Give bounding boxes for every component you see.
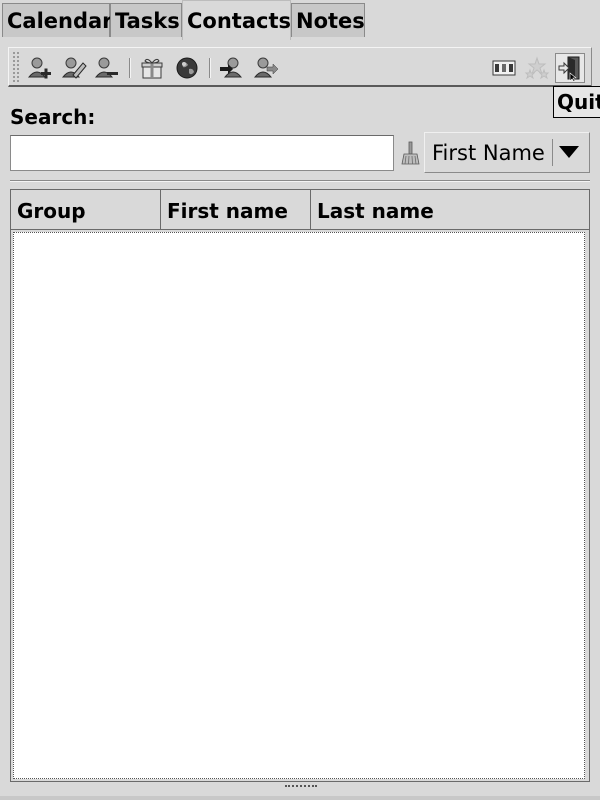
- gift-icon: [141, 58, 163, 79]
- import-contact-icon: [220, 57, 243, 78]
- edit-contact-icon: [61, 57, 87, 79]
- add-contact-button[interactable]: [27, 55, 53, 81]
- globe-icon: [176, 57, 198, 79]
- quit-tooltip: Quit: [553, 86, 600, 118]
- resize-grip[interactable]: [285, 785, 317, 789]
- combo-separator: [552, 139, 553, 166]
- search-input[interactable]: [10, 135, 394, 171]
- toolbar-grip[interactable]: [13, 52, 19, 82]
- search-field-select[interactable]: First Name: [424, 132, 590, 173]
- clear-search-button[interactable]: [398, 140, 422, 166]
- tab-bar: Calendar Tasks Contacts Notes: [0, 0, 600, 40]
- add-contact-icon: [27, 57, 51, 79]
- edit-contact-button[interactable]: [61, 55, 87, 81]
- toolbar: [8, 47, 592, 87]
- toolbar-separator: [209, 58, 211, 78]
- contacts-table: Group First name Last name: [10, 189, 590, 782]
- quit-icon: [558, 56, 580, 81]
- divider: [10, 180, 590, 182]
- table-header: Group First name Last name: [11, 190, 589, 230]
- stars-button[interactable]: [524, 55, 550, 81]
- view-columns-icon: [492, 60, 516, 76]
- export-contact-button[interactable]: [253, 55, 279, 81]
- remove-contact-icon: [94, 57, 118, 78]
- column-header-group[interactable]: Group: [11, 190, 161, 230]
- contacts-window: Calendar Tasks Contacts Notes Quit Searc…: [0, 0, 600, 800]
- tab-tasks[interactable]: Tasks: [110, 3, 182, 37]
- window-bottom-border: [0, 796, 600, 800]
- tab-notes[interactable]: Notes: [291, 3, 365, 37]
- column-header-first-name[interactable]: First name: [161, 190, 311, 230]
- chevron-down-icon: [559, 146, 579, 158]
- broom-icon: [401, 141, 420, 165]
- gift-button[interactable]: [139, 55, 165, 81]
- import-contact-button[interactable]: [219, 55, 245, 81]
- toolbar-separator: [129, 58, 131, 78]
- search-field-select-value: First Name: [432, 141, 545, 165]
- tab-calendar[interactable]: Calendar: [2, 3, 113, 37]
- column-header-last-name[interactable]: Last name: [311, 190, 589, 230]
- export-contact-icon: [253, 57, 279, 78]
- stars-icon: [524, 56, 550, 80]
- quit-button[interactable]: [555, 53, 585, 83]
- remove-contact-button[interactable]: [94, 55, 120, 81]
- search-label: Search:: [10, 105, 96, 129]
- tab-contacts[interactable]: Contacts: [182, 0, 291, 40]
- table-body[interactable]: [13, 232, 585, 779]
- globe-button[interactable]: [174, 55, 200, 81]
- view-columns-button[interactable]: [491, 55, 517, 81]
